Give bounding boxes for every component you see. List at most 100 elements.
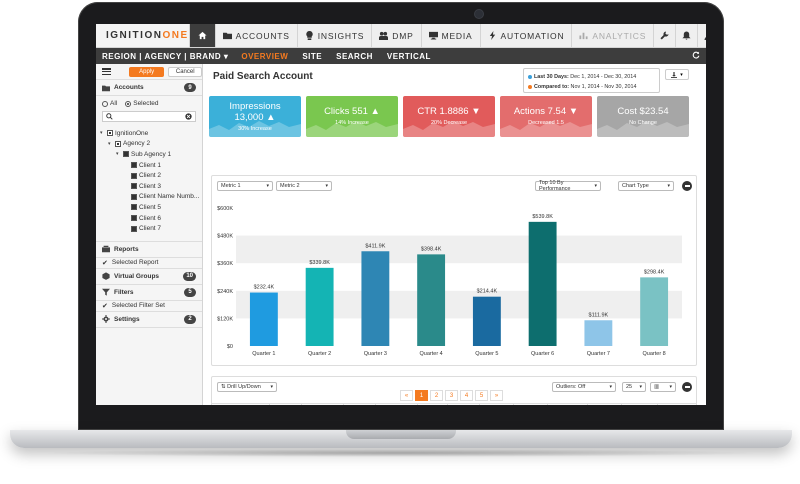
selected-filter-set[interactable]: ✔ Selected Filter Set	[96, 301, 202, 312]
page-link[interactable]: 4	[460, 390, 473, 401]
bar[interactable]	[305, 267, 334, 346]
page-link[interactable]: 5	[475, 390, 488, 401]
region-selector[interactable]: REGION | AGENCY | BRAND ▾	[96, 52, 234, 61]
kpi-card[interactable]: Actions 7.54 ▼ Decreased 1.5	[500, 96, 592, 137]
nav-tab-analytics[interactable]: ANALYTICS	[571, 24, 654, 47]
kpi-card[interactable]: CTR 1.8886 ▼ 20% Decrease	[403, 96, 495, 137]
tree-node[interactable]: Client 3	[100, 181, 202, 192]
settings-section[interactable]: Settings 2	[96, 312, 202, 328]
column-header[interactable]: Cost ● ▾	[514, 404, 548, 405]
checkbox[interactable]	[131, 162, 137, 169]
subnav-item-vertical[interactable]: VERTICAL	[380, 52, 438, 61]
column-header[interactable]: Campaign ▾	[212, 404, 270, 405]
reports-section[interactable]: Reports	[96, 242, 202, 258]
cancel-button[interactable]: Cancel	[168, 66, 202, 77]
bar[interactable]	[584, 320, 613, 346]
bar[interactable]	[528, 221, 557, 346]
brand-logo[interactable]: IGNITION ONE	[96, 24, 189, 47]
chart-type-dropdown[interactable]: Chart Type ▾	[618, 181, 674, 191]
refresh-icon[interactable]	[692, 51, 706, 61]
tree-node[interactable]: Client 2	[100, 170, 202, 181]
page-link[interactable]: 3	[445, 390, 458, 401]
column-header[interactable]: Impressions ▾	[376, 404, 418, 405]
page-link[interactable]: »	[490, 390, 503, 401]
tree-node[interactable]: Client 1	[100, 160, 202, 171]
checkbox[interactable]	[131, 215, 137, 222]
grid-band	[236, 290, 682, 319]
user-icon[interactable]	[697, 24, 706, 47]
expand-caret-icon[interactable]: ▾	[116, 151, 121, 157]
checkbox[interactable]	[131, 172, 137, 179]
kpi-card[interactable]: Impressions13,000 ▲30% Increase	[209, 96, 301, 137]
account-search-input[interactable]	[102, 111, 196, 122]
virtual-groups-section[interactable]: Virtual Groups 10	[96, 269, 202, 285]
radio-all[interactable]: All	[102, 100, 117, 107]
expand-caret-icon[interactable]: ▾	[108, 141, 113, 147]
kpi-card[interactable]: Cost $23.54 No Change	[597, 96, 689, 137]
column-header[interactable]: Quarter ▾	[622, 404, 658, 405]
nav-tab-automation[interactable]: AUTOMATION	[479, 24, 572, 47]
apply-button[interactable]: Apply	[128, 66, 165, 77]
collapse-chart-icon[interactable]	[682, 181, 692, 191]
nav-tab-accounts[interactable]: ACCOUNTS	[214, 24, 297, 47]
kpi-card[interactable]: Clicks 551 ▲ 14% Increase	[306, 96, 398, 137]
subnav-item-search[interactable]: SEARCH	[329, 52, 380, 61]
page-link[interactable]: 1	[415, 390, 428, 401]
filters-section[interactable]: Filters 5	[96, 285, 202, 301]
column-header[interactable]: Target ▾	[588, 404, 622, 405]
accounts-section[interactable]: Accounts 9	[96, 80, 202, 96]
column-header[interactable]: Keyword ▾	[302, 404, 344, 405]
nav-tab-dmp[interactable]: DMP	[371, 24, 421, 47]
wrench-icon[interactable]	[653, 24, 676, 47]
outliers-dropdown[interactable]: Outliers: Off ▾	[552, 382, 616, 392]
radio-selected[interactable]: Selected	[125, 100, 159, 107]
menu-icon[interactable]	[102, 68, 111, 75]
columns-dropdown[interactable]: ▥ ▾	[650, 382, 676, 392]
checkbox[interactable]	[131, 204, 137, 211]
tree-node[interactable]: ▾ Agency 2	[100, 139, 202, 150]
page-link[interactable]: «	[400, 390, 413, 401]
tree-node[interactable]: Client Name Numb...	[100, 192, 202, 203]
checkbox[interactable]	[123, 151, 129, 158]
checkbox[interactable]	[131, 225, 137, 232]
bar[interactable]	[249, 292, 278, 346]
checkbox[interactable]	[131, 193, 137, 200]
column-header[interactable]: Group ▾	[270, 404, 302, 405]
clear-icon[interactable]	[185, 113, 192, 120]
tree-node[interactable]: Client 6	[100, 213, 202, 224]
export-button[interactable]: ▾	[665, 69, 689, 80]
checkbox[interactable]	[131, 183, 137, 190]
y-tick-label: $0	[227, 344, 233, 350]
home-tab[interactable]	[188, 24, 215, 47]
expand-caret-icon[interactable]: ▾	[100, 130, 105, 136]
date-range-picker[interactable]: Last 30 Days: Dec 1, 2014 - Dec 30, 2014…	[523, 68, 660, 93]
bar[interactable]	[361, 251, 390, 346]
tree-node[interactable]: Client 5	[100, 202, 202, 213]
subnav-item-site[interactable]: SITE	[295, 52, 329, 61]
bar[interactable]	[417, 254, 446, 346]
collapse-table-icon[interactable]	[682, 382, 692, 392]
bell-icon[interactable]	[675, 24, 698, 47]
page-size-dropdown[interactable]: 25 ▾	[622, 382, 646, 392]
tree-node[interactable]: ▾ Sub Agency 1	[100, 149, 202, 160]
metric2-dropdown[interactable]: Metric 2 ▾	[276, 181, 332, 191]
top10-dropdown[interactable]: Top 10 By Performance ▾	[535, 180, 601, 192]
column-header[interactable]: Clicks ▾	[344, 404, 376, 405]
metric1-dropdown[interactable]: Metric 1 ▾	[217, 181, 273, 191]
nav-tab-media[interactable]: MEDIA	[420, 24, 480, 47]
selected-report[interactable]: ✔ Selected Report	[96, 258, 202, 269]
column-header[interactable]: Rank ▾	[448, 404, 480, 405]
drill-dropdown[interactable]: ⇅ Drill Up/Down ▾	[217, 382, 277, 392]
tree-node[interactable]: ▾ IgnitionOne	[100, 128, 202, 139]
bar[interactable]	[472, 296, 501, 346]
page-link[interactable]: 2	[430, 390, 443, 401]
column-header[interactable]: Cost (%) ▾	[548, 404, 588, 405]
nav-tab-insights[interactable]: INSIGHTS	[296, 24, 372, 47]
checkbox[interactable]	[115, 140, 121, 147]
column-header[interactable]: CTR ▾	[418, 404, 448, 405]
column-header[interactable]: Cost ● ▾	[480, 404, 514, 405]
subnav-item-overview[interactable]: OVERVIEW	[234, 52, 295, 61]
tree-node[interactable]: Client 7	[100, 223, 202, 234]
checkbox[interactable]	[107, 130, 113, 137]
bar[interactable]	[640, 277, 669, 346]
